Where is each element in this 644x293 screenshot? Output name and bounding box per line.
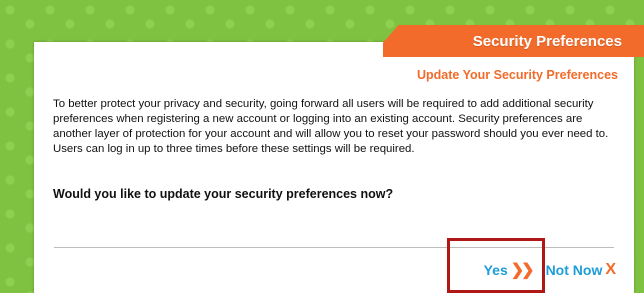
dialog-subtitle: Update Your Security Preferences	[416, 68, 618, 82]
x-icon: X	[605, 261, 616, 278]
not-now-button-label: Not Now	[545, 262, 603, 278]
dialog-actions: Yes ❯❯ Not Now X	[484, 260, 616, 280]
double-chevron-right-icon: ❯❯	[510, 262, 535, 279]
divider	[54, 247, 614, 248]
not-now-button[interactable]: Not Now X	[546, 261, 616, 279]
dialog-question: Would you like to update your security p…	[53, 187, 394, 201]
security-preferences-dialog: Update Your Security Preferences To bett…	[34, 42, 634, 293]
dialog-message: To better protect your privacy and secur…	[53, 98, 609, 155]
dialog-header-tab: Security Preferences	[383, 25, 644, 57]
yes-button[interactable]: Yes ❯❯	[483, 260, 535, 280]
dialog-title: Security Preferences	[472, 32, 622, 50]
yes-button-label: Yes	[483, 262, 508, 278]
